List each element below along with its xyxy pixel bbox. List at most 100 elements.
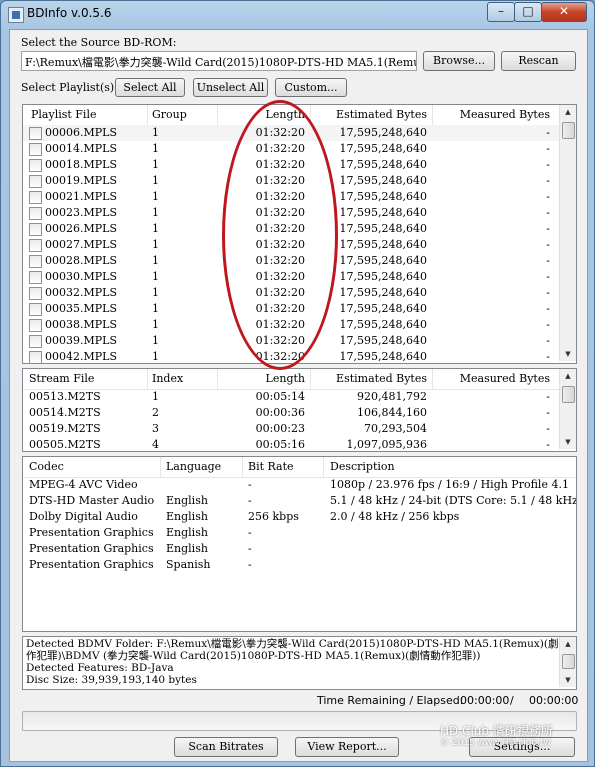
maximize-button[interactable]: □ [514, 2, 542, 22]
scroll-thumb[interactable] [562, 122, 575, 139]
stream-row[interactable]: 00505.M2TS 4 00:05:16 1,097,095,936 - [23, 437, 559, 451]
stream-index: 4 [152, 438, 159, 451]
col-stream-measured[interactable]: Measured Bytes [435, 372, 550, 385]
log-scrollbar[interactable]: ▲ ▼ [559, 637, 576, 687]
playlist-measured-bytes: - [546, 238, 550, 251]
playlist-file: 00028.MPLS [45, 254, 117, 267]
col-stream-file[interactable]: Stream File [29, 372, 94, 385]
scroll-thumb[interactable] [562, 386, 575, 403]
log-textarea[interactable]: Detected BDMV Folder: F:\Remux\檔電影\拳力突襲-… [22, 636, 577, 690]
playlist-measured-bytes: - [546, 206, 550, 219]
stream-row[interactable]: 00514.M2TS 2 00:00:36 106,844,160 - [23, 405, 559, 421]
codec-language: English [166, 542, 208, 555]
codec-name: MPEG-4 AVC Video [29, 478, 138, 491]
stream-row[interactable]: 00519.M2TS 3 00:00:23 70,293,504 - [23, 421, 559, 437]
scan-bitrates-button[interactable]: Scan Bitrates [174, 737, 278, 757]
codec-name: Presentation Graphics [29, 558, 154, 571]
col-language[interactable]: Language [166, 460, 221, 473]
playlist-file: 00021.MPLS [45, 190, 117, 203]
playlist-group: 1 [152, 206, 159, 219]
view-report-button[interactable]: View Report... [295, 737, 399, 757]
playlist-group: 1 [152, 254, 159, 267]
col-bit-rate[interactable]: Bit Rate [248, 460, 294, 473]
scroll-thumb[interactable] [562, 654, 575, 669]
codec-row[interactable]: Presentation Graphics English - [23, 525, 576, 541]
codec-language: English [166, 526, 208, 539]
playlist-measured-bytes: - [546, 190, 550, 203]
col-estimated-bytes[interactable]: Estimated Bytes [313, 108, 427, 121]
codec-row[interactable]: Presentation Graphics English - [23, 541, 576, 557]
playlist-group: 1 [152, 126, 159, 139]
playlist-measured-bytes: - [546, 142, 550, 155]
rescan-button[interactable]: Rescan [501, 51, 576, 71]
playlist-checkbox[interactable] [29, 191, 42, 204]
title-bar[interactable]: BDInfo v.0.5.6 – □ ✕ [1, 1, 594, 27]
col-codec[interactable]: Codec [29, 460, 64, 473]
playlist-checkbox[interactable] [29, 319, 42, 332]
col-stream-estimated[interactable]: Estimated Bytes [313, 372, 427, 385]
codec-bit-rate: - [248, 526, 252, 539]
stream-file: 00505.M2TS [29, 438, 101, 451]
time-separator: / [510, 694, 514, 707]
codec-row[interactable]: MPEG-4 AVC Video - 1080p / 23.976 fps / 16… [23, 477, 576, 493]
playlist-checkbox[interactable] [29, 207, 42, 220]
playlist-checkbox[interactable] [29, 239, 42, 252]
playlist-checkbox[interactable] [29, 335, 42, 348]
playlist-checkbox[interactable] [29, 159, 42, 172]
playlist-checkbox[interactable] [29, 223, 42, 236]
stream-scrollbar[interactable]: ▲ ▼ [559, 369, 576, 449]
scroll-up-arrow-icon[interactable]: ▲ [560, 637, 576, 651]
scroll-up-arrow-icon[interactable]: ▲ [560, 105, 576, 119]
codec-description: 1080p / 23.976 fps / 16:9 / High Profile… [330, 478, 569, 491]
playlist-file: 00042.MPLS [45, 350, 117, 363]
playlist-group: 1 [152, 222, 159, 235]
playlist-checkbox[interactable] [29, 351, 42, 363]
playlist-checkbox[interactable] [29, 255, 42, 268]
codec-name: DTS-HD Master Audio [29, 494, 155, 507]
col-description[interactable]: Description [330, 460, 395, 473]
source-path-field[interactable]: F:\Remux\檔電影\拳力突襲-Wild Card(2015)1080P-D… [21, 51, 417, 71]
stream-row[interactable]: 00513.M2TS 1 00:05:14 920,481,792 - [23, 389, 559, 405]
scroll-down-arrow-icon[interactable]: ▼ [560, 347, 576, 361]
col-stream-length[interactable]: Length [219, 372, 305, 385]
col-index[interactable]: Index [152, 372, 183, 385]
scroll-up-arrow-icon[interactable]: ▲ [560, 369, 576, 383]
codec-row[interactable]: Presentation Graphics Spanish - [23, 557, 576, 573]
stream-estimated-bytes: 920,481,792 [357, 390, 427, 403]
playlist-group: 1 [152, 158, 159, 171]
watermark-line-2: © 2015 www.HD.club.tw [440, 738, 551, 748]
playlist-checkbox[interactable] [29, 127, 42, 140]
codec-header: Codec Language Bit Rate Description [23, 457, 576, 478]
stream-measured-bytes: - [546, 390, 550, 403]
select-all-button[interactable]: Select All [115, 78, 185, 97]
playlist-checkbox[interactable] [29, 303, 42, 316]
scroll-down-arrow-icon[interactable]: ▼ [560, 435, 576, 449]
col-measured-bytes[interactable]: Measured Bytes [435, 108, 550, 121]
log-line: Disc Size: 39,939,193,140 bytes [26, 674, 197, 686]
playlist-checkbox[interactable] [29, 271, 42, 284]
playlist-scrollbar[interactable]: ▲ ▼ [559, 105, 576, 361]
playlist-checkbox[interactable] [29, 287, 42, 300]
codec-row[interactable]: Dolby Digital Audio English 256 kbps 2.0 / … [23, 509, 576, 525]
unselect-all-button[interactable]: Unselect All [193, 78, 268, 97]
stream-estimated-bytes: 1,097,095,936 [346, 438, 427, 451]
col-group[interactable]: Group [152, 108, 187, 121]
playlist-measured-bytes: - [546, 318, 550, 331]
codec-row[interactable]: DTS-HD Master Audio English - 5.1 / 48 kHz … [23, 493, 576, 509]
playlist-group: 1 [152, 286, 159, 299]
playlist-group: 1 [152, 302, 159, 315]
stream-measured-bytes: - [546, 422, 550, 435]
scroll-down-arrow-icon[interactable]: ▼ [560, 673, 576, 687]
browse-button[interactable]: Browse... [423, 51, 495, 71]
playlist-checkbox[interactable] [29, 175, 42, 188]
stream-list[interactable]: Stream File Index Length Estimated Bytes… [22, 368, 577, 452]
codec-bit-rate: - [248, 558, 252, 571]
custom-button[interactable]: Custom... [275, 78, 347, 97]
stream-length: 00:00:36 [255, 406, 305, 419]
minimize-button[interactable]: – [487, 2, 515, 22]
stream-header: Stream File Index Length Estimated Bytes… [23, 369, 559, 390]
col-playlist-file[interactable]: Playlist File [31, 108, 96, 121]
playlist-checkbox[interactable] [29, 143, 42, 156]
codec-list[interactable]: Codec Language Bit Rate Description MPEG… [22, 456, 577, 632]
close-button[interactable]: ✕ [541, 2, 587, 22]
